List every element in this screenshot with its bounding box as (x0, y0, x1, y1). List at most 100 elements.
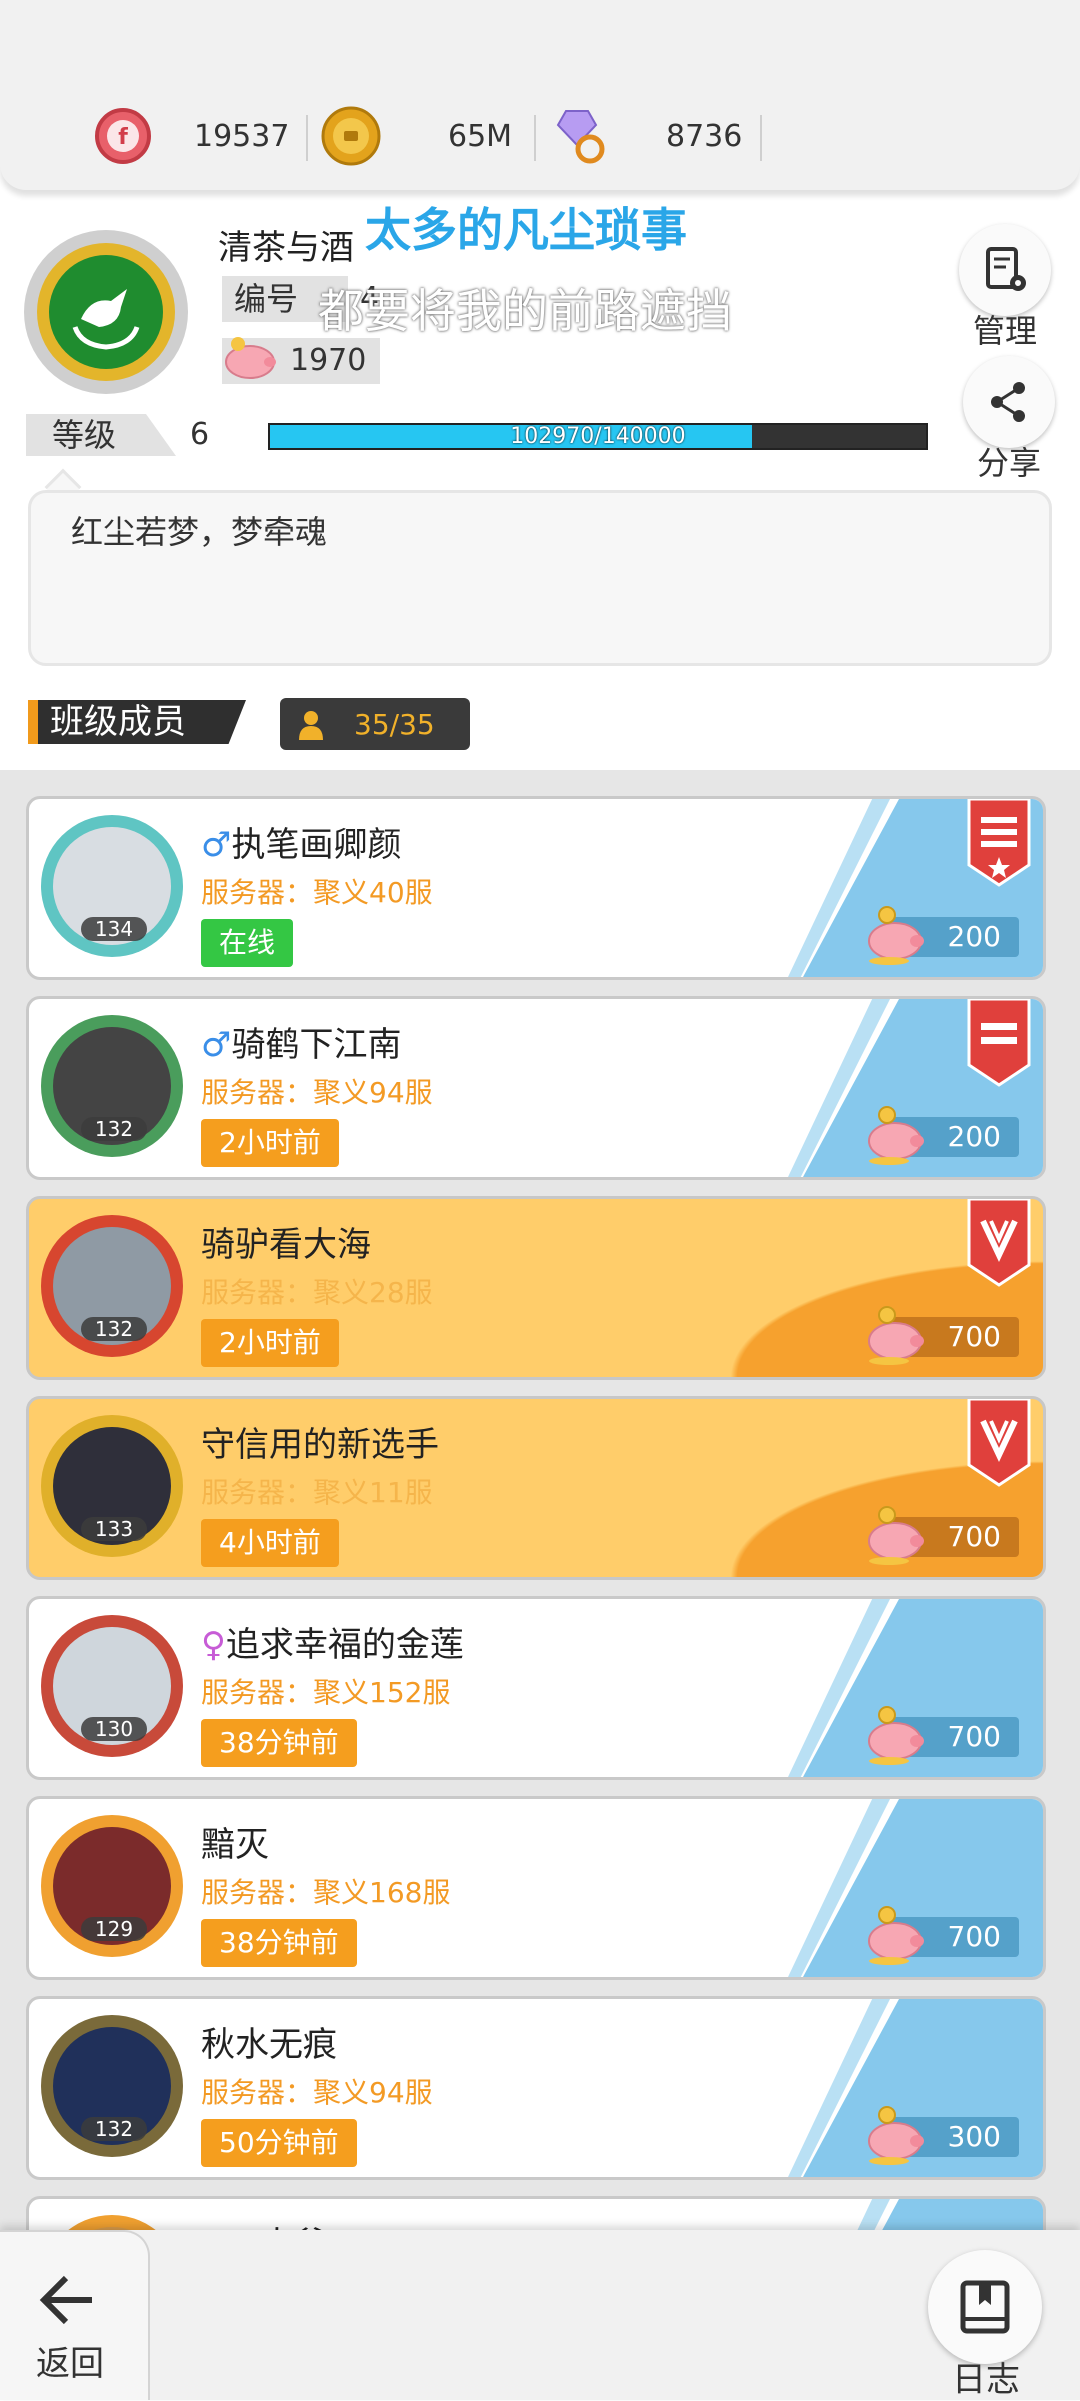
member-status: 2小时前 (201, 1319, 339, 1367)
share-label: 分享 (976, 444, 1041, 482)
member-card[interactable]: 129 黯灭 服务器：聚义168服 38分钟前 700 (26, 1796, 1046, 1980)
piggy-bank-icon (868, 1106, 924, 1165)
member-name-line: ♀追求幸福的金莲 (201, 1617, 464, 1666)
member-card[interactable]: 134 ♂执笔画卿颜 服务器：聚义40服 在线 200 (26, 796, 1046, 980)
member-status: 在线 (201, 919, 294, 967)
arrow-left-icon (39, 2275, 92, 2325)
member-card[interactable]: 130 ♀追求幸福的金莲 服务器：聚义152服 38分钟前 700 (26, 1596, 1046, 1780)
divider (760, 115, 762, 161)
member-level: 134 (81, 917, 147, 941)
member-status: 38分钟前 (201, 1719, 357, 1767)
class-motto: 红尘若梦，梦牵魂 (71, 513, 328, 551)
member-status: 4小时前 (201, 1519, 339, 1567)
member-level: 130 (81, 1717, 147, 1741)
ruby-currency[interactable]: f 19537 (94, 106, 289, 166)
xp-progress-bar: 102970/140000 (268, 423, 928, 450)
piggy-bank-icon (868, 1306, 924, 1365)
coins-value: 1970 (290, 343, 367, 378)
member-name: 骑鹤下江南 (231, 1025, 402, 1065)
member-level: 133 (81, 1517, 147, 1541)
member-name-line: ♀二大爷 (201, 2217, 328, 2230)
gender-icon: ♂ (201, 825, 232, 865)
member-level: 132 (81, 2117, 147, 2141)
member-level: 129 (81, 1917, 147, 1941)
manage-label: 管理 (972, 312, 1037, 350)
member-name-line: ♂骑鹤下江南 (201, 1017, 401, 1066)
rank-badge-chevron-icon (967, 1199, 1031, 1287)
member-name-line: 秋水无痕 (201, 2017, 337, 2066)
gender-icon: ♂ (201, 1025, 232, 1065)
piggy-bank-icon (225, 337, 276, 379)
member-name: 追求幸福的金莲 (225, 1625, 464, 1665)
log-button[interactable]: 日志 (928, 2250, 1044, 2401)
member-level: 132 (81, 1317, 147, 1341)
piggy-bank-icon (868, 906, 924, 965)
piggy-bank-icon (868, 2106, 924, 2165)
manage-button[interactable]: 管理 (958, 224, 1052, 352)
member-avatar[interactable]: 129 (37, 1809, 187, 1973)
gold-currency[interactable]: 65M (320, 106, 512, 166)
member-status: 50分钟前 (201, 2119, 357, 2167)
member-name-line: ♂执笔画卿颜 (201, 817, 401, 866)
piggy-bank-icon (868, 1506, 924, 1565)
member-list[interactable]: 134 ♂执笔画卿颜 服务器：聚义40服 在线 200 132 ♂骑鹤下江南 服务器：聚义94… (0, 770, 1080, 2230)
member-count: 35/35 (280, 698, 470, 750)
member-avatar[interactable]: 132 (37, 1209, 187, 1373)
member-server: 服务器：聚义152服 (201, 1676, 451, 1709)
member-avatar[interactable] (37, 2209, 187, 2230)
member-server: 服务器：聚义94服 (201, 1076, 433, 1109)
member-name: 骑驴看大海 (201, 1225, 371, 1265)
member-server: 服务器：聚义11服 (201, 1476, 433, 1509)
member-name: 执笔画卿颜 (231, 825, 402, 865)
member-card[interactable]: 132 秋水无痕 服务器：聚义94服 50分钟前 300 (26, 1996, 1046, 2180)
member-avatar[interactable]: 130 (37, 1609, 187, 1773)
member-card[interactable]: 132 ♂骑鹤下江南 服务器：聚义94服 2小时前 200 (26, 996, 1046, 1180)
xp-text: 102970/140000 (510, 424, 686, 449)
gold-coin-icon (321, 106, 381, 166)
class-coins: 1970 (222, 337, 380, 384)
bottom-bar: 返回 日志 (0, 2230, 1080, 2400)
class-name: 清茶与酒 (218, 228, 354, 268)
member-card[interactable]: 133 守信用的新选手 服务器：聚义11服 4小时前 700 (26, 1396, 1046, 1580)
rank-badge-bars-icon (967, 999, 1031, 1087)
person-icon (299, 711, 323, 740)
gem-value: 8736 (666, 118, 743, 154)
member-name: 守信用的新选手 (201, 1425, 439, 1465)
member-server: 服务器：聚义94服 (201, 2076, 433, 2109)
member-server: 服务器：聚义40服 (201, 876, 433, 909)
rank-badge-star-icon (967, 799, 1031, 887)
member-card[interactable]: ♀二大爷 (26, 2196, 1046, 2230)
ruby-value: 19537 (194, 118, 290, 154)
lyric-overlay-line1: 太多的凡尘琐事 (365, 203, 687, 257)
svg-text:f: f (118, 125, 128, 150)
member-name: 黯灭 (201, 1825, 269, 1865)
member-count-value: 35/35 (354, 707, 435, 741)
members-title-text: 班级成员 (50, 702, 186, 742)
class-emblem-avatar[interactable] (24, 230, 188, 394)
gold-value: 65M (448, 118, 513, 154)
member-status: 2小时前 (201, 1119, 339, 1167)
dove-emblem-icon (72, 289, 140, 350)
currency-bar: f 19537 65M 8736 (0, 0, 1080, 190)
piggy-bank-icon (868, 1706, 924, 1765)
member-card[interactable]: 132 骑驴看大海 服务器：聚义28服 2小时前 700 (26, 1196, 1046, 1380)
log-label: 日志 (952, 2360, 1020, 2400)
divider (306, 115, 308, 161)
member-avatar[interactable]: 134 (37, 809, 187, 973)
rank-badge-chevron-icon (967, 1399, 1031, 1487)
back-label: 返回 (36, 2344, 104, 2384)
member-avatar[interactable]: 133 (37, 1409, 187, 1573)
lyric-overlay-line2: 都要将我的前路遮挡 (318, 284, 732, 338)
divider (534, 115, 536, 161)
gem-currency[interactable]: 8736 (548, 106, 742, 166)
share-icon (991, 382, 1025, 422)
share-button[interactable]: 分享 (962, 356, 1056, 484)
book-icon (960, 2280, 1010, 2334)
member-name-line: 黯灭 (201, 1817, 269, 1866)
member-server: 服务器：聚义168服 (201, 1876, 451, 1909)
back-button[interactable]: 返回 (0, 2230, 150, 2400)
member-avatar[interactable]: 132 (37, 1009, 187, 1173)
level-value: 6 (190, 417, 210, 452)
member-avatar[interactable]: 132 (37, 2009, 187, 2173)
level-label: 等级 (26, 414, 176, 456)
